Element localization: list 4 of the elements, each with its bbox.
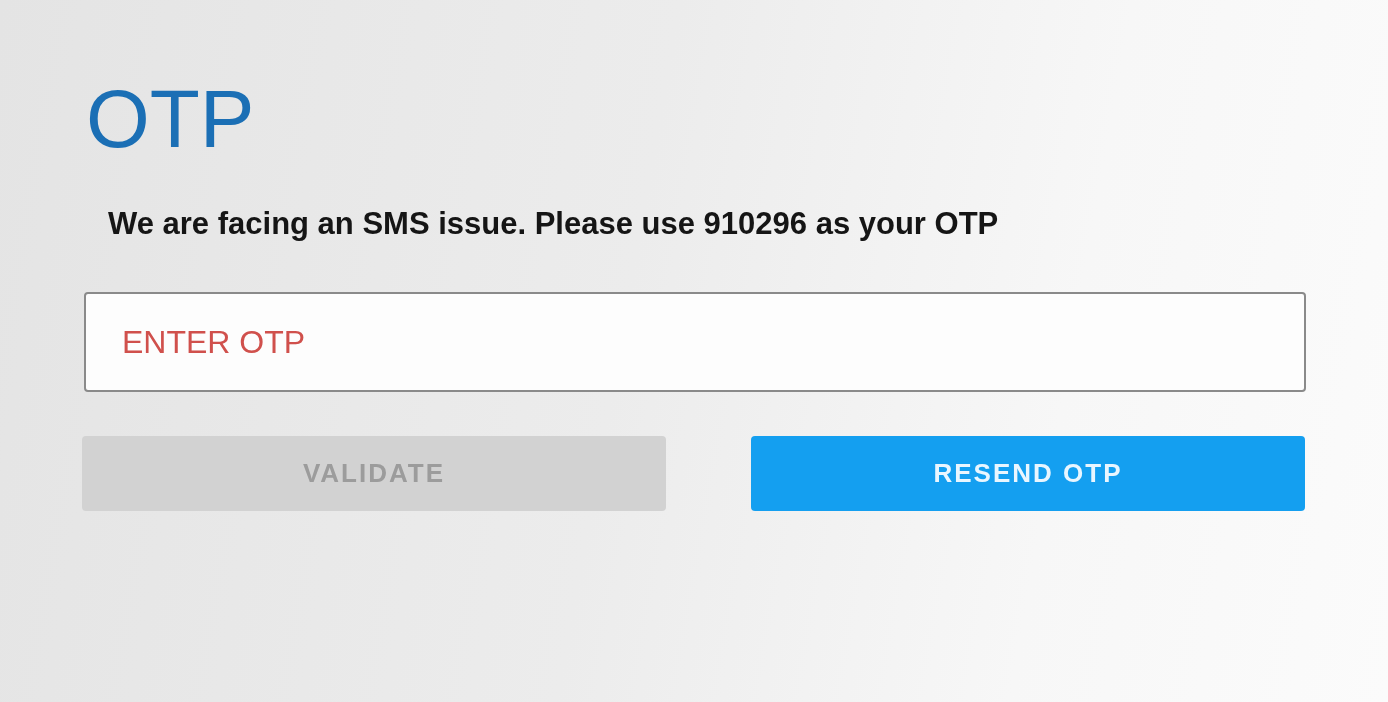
page-title: OTP: [86, 78, 256, 160]
resend-button[interactable]: RESEND OTP: [750, 436, 1305, 511]
otp-input-field[interactable]: ENTER OTP: [84, 292, 1306, 392]
sms-notice: We are facing an SMS issue. Please use 910296 as your OTP: [108, 205, 1000, 243]
